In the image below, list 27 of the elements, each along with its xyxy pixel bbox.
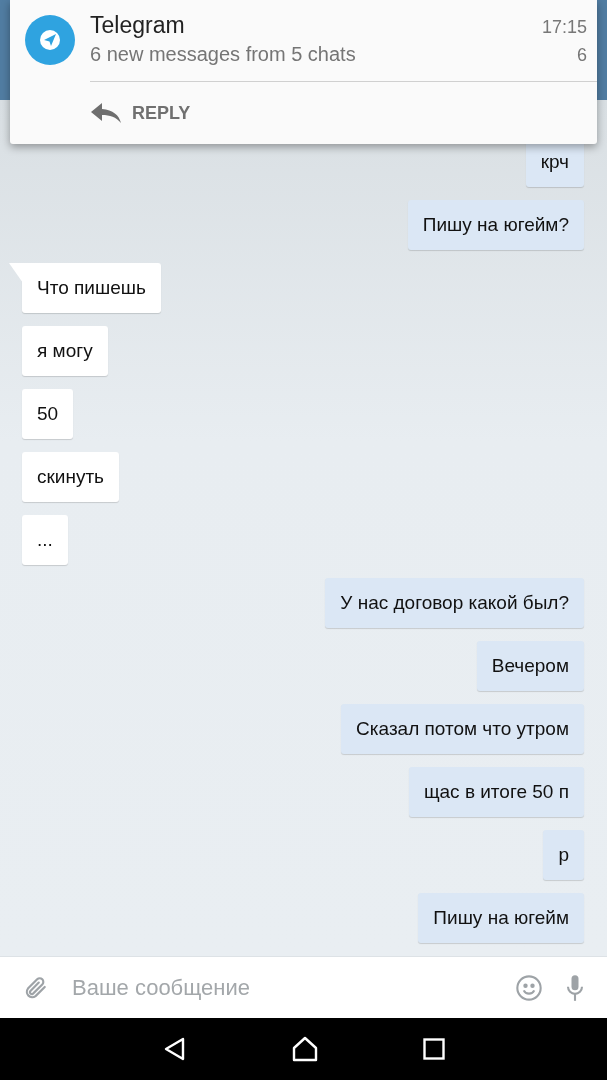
sent-message: р — [543, 830, 584, 880]
message-field[interactable]: Ваше сообщение — [70, 973, 493, 1002]
microphone-icon[interactable] — [565, 973, 585, 1002]
received-message: я могу — [22, 326, 108, 376]
notification-time: 17:15 — [541, 17, 587, 38]
sent-message: Пишу на югейм? — [407, 200, 584, 250]
sent-message: У нас договор какой был? — [325, 578, 584, 628]
received-message: 50 — [22, 389, 74, 439]
reply-button[interactable]: REPLY — [90, 102, 191, 124]
paper-plane-icon — [25, 15, 75, 65]
received-message: Что пишешь — [22, 263, 161, 313]
received-message: скинуть — [22, 452, 120, 502]
notification-card[interactable]: Telegram 17:15 6 new messages from 5 chats 6 REPLY — [10, 0, 597, 144]
received-message: ... — [22, 515, 68, 565]
sent-message: Сказал потом что утром — [341, 704, 584, 754]
sent-message: Пишу на югейм — [418, 893, 584, 943]
message-bar[interactable]: Ваше сообщение — [0, 956, 607, 1018]
app-name: Telegram — [90, 12, 185, 39]
reply-icon — [90, 102, 122, 124]
notification-summary: 6 new messages from 5 chats — [90, 43, 356, 66]
message-count: 6 — [577, 45, 587, 66]
back-icon[interactable] — [162, 1037, 187, 1061]
recents-icon[interactable] — [422, 1038, 445, 1060]
sent-message: Вечером — [476, 641, 584, 691]
smiley-icon[interactable] — [515, 973, 543, 1002]
home-icon[interactable] — [291, 1036, 318, 1062]
sent-message: щас в итоге 50 п — [408, 767, 584, 817]
